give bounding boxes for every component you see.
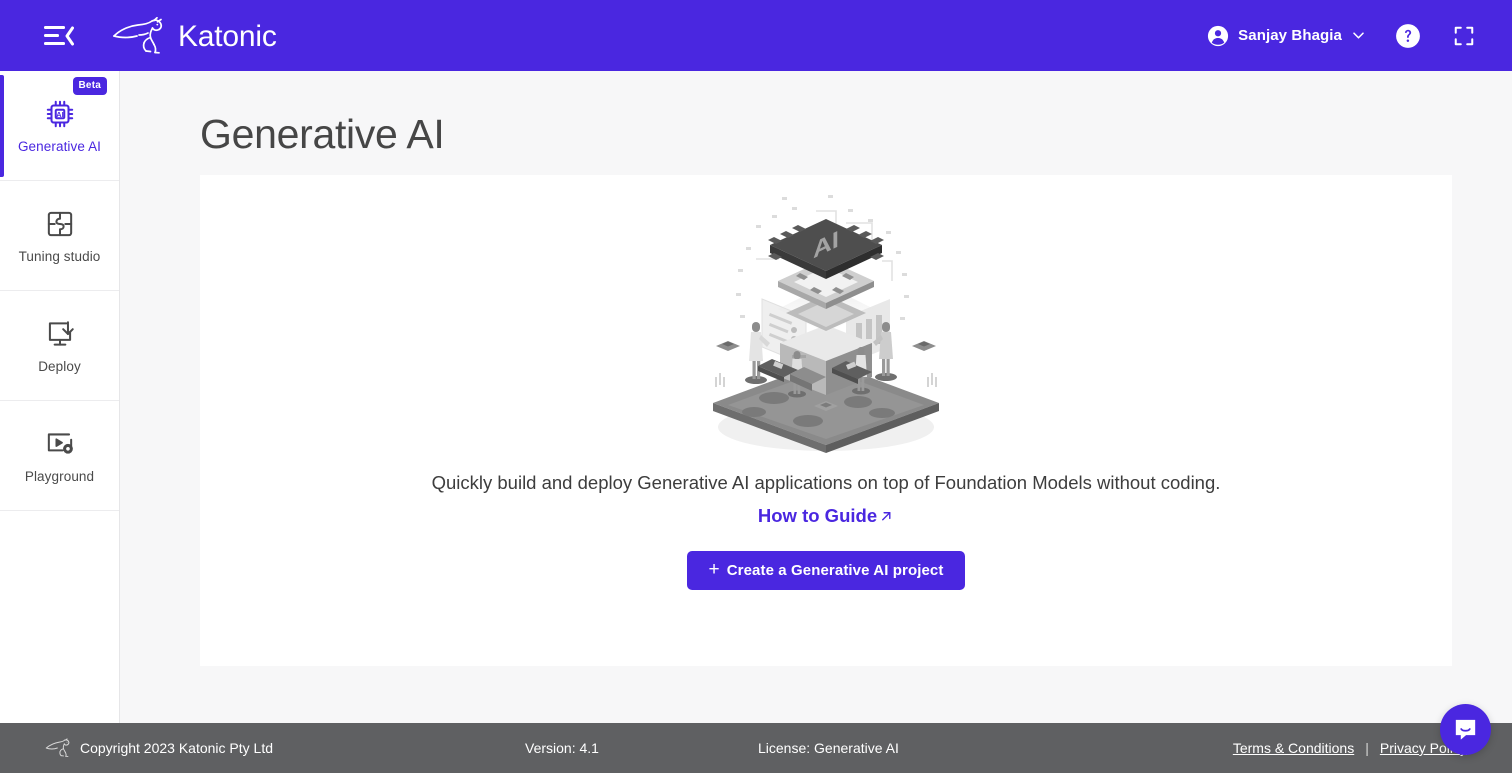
brand-name: Katonic xyxy=(178,19,277,53)
sidebar-item-tuning-studio[interactable]: Tuning studio xyxy=(0,181,119,291)
help-button[interactable] xyxy=(1386,14,1430,58)
user-menu[interactable]: Sanjay Bhagia xyxy=(1199,19,1374,53)
header-actions: Sanjay Bhagia xyxy=(1199,14,1486,58)
sidebar-item-deploy[interactable]: Deploy xyxy=(0,291,119,401)
puzzle-pieces-icon xyxy=(47,212,72,237)
play-settings-icon xyxy=(47,433,73,454)
external-link-arrow-icon xyxy=(882,511,891,520)
account-circle-icon xyxy=(1208,25,1229,46)
footer-version: Version: 4.1 xyxy=(525,740,599,756)
katonic-kangaroo-logo xyxy=(113,16,163,54)
monitor-download-icon xyxy=(48,321,74,346)
sidebar-item-label: Tuning studio xyxy=(18,249,101,265)
footer-links: Terms & Conditions | Privacy Policy xyxy=(1233,740,1467,756)
beta-badge: Beta xyxy=(72,77,107,95)
sidebar-item-generative-ai[interactable]: Beta AI Generative AI xyxy=(0,71,119,181)
sidebar-item-label: Playground xyxy=(24,469,95,485)
terms-and-conditions-link[interactable]: Terms & Conditions xyxy=(1233,740,1354,756)
card-description: Quickly build and deploy Generative AI a… xyxy=(431,472,1221,493)
user-name-label: Sanjay Bhagia xyxy=(1238,27,1342,44)
app-root: Katonic Sanjay Bhagia Beta AI Generative… xyxy=(0,0,1512,773)
create-generative-ai-project-button[interactable]: + Create a Generative AI project xyxy=(686,551,966,590)
footer-copyright-text: Copyright 2023 Katonic Pty Ltd xyxy=(80,740,274,756)
sidebar-item-playground[interactable]: Playground xyxy=(0,401,119,511)
create-button-label: Create a Generative AI project xyxy=(726,562,944,579)
plus-icon: + xyxy=(708,559,720,580)
page-footer: Copyright 2023 Katonic Pty Ltd Version: … xyxy=(0,723,1512,773)
brand-logo[interactable]: Katonic xyxy=(110,16,277,55)
isometric-ai-platform-illustration: AI xyxy=(696,189,956,466)
intercom-launcher-button[interactable] xyxy=(1440,704,1491,755)
intercom-chat-bubble-icon xyxy=(1455,719,1476,740)
sidebar-item-label: Deploy xyxy=(38,359,81,375)
empty-state-card: AI Quickly build and deploy Generative A… xyxy=(200,175,1452,666)
main-content: Generative AI AI Quickly build and deplo… xyxy=(120,71,1512,723)
footer-separator: | xyxy=(1365,740,1369,756)
how-to-guide-link[interactable]: How to Guide xyxy=(758,505,894,527)
left-sidebar: Beta AI Generative AI Tuning studio Depl… xyxy=(0,71,120,723)
svg-text:AI: AI xyxy=(56,110,63,119)
how-to-guide-label: How to Guide xyxy=(757,505,878,526)
katonic-kangaroo-mark xyxy=(45,738,70,757)
footer-copyright-group: Copyright 2023 Katonic Pty Ltd xyxy=(45,738,273,758)
hamburger-collapse-icon[interactable] xyxy=(36,13,82,59)
fullscreen-expand-icon xyxy=(1454,26,1474,45)
page-title: Generative AI xyxy=(200,111,445,157)
fullscreen-button[interactable] xyxy=(1442,14,1486,58)
footer-license: License: Generative AI xyxy=(758,740,899,756)
chevron-down-icon xyxy=(1353,32,1364,39)
help-circle-icon xyxy=(1396,23,1420,48)
ai-chip-icon: AI xyxy=(46,101,73,128)
sidebar-item-label: Generative AI xyxy=(17,139,102,155)
top-header: Katonic Sanjay Bhagia xyxy=(0,0,1512,71)
